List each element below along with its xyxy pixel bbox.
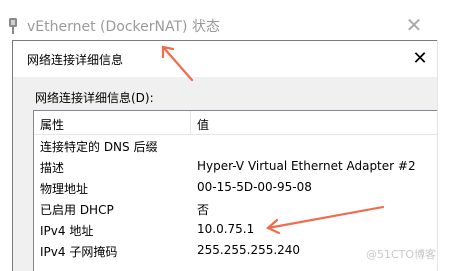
property-cell: IPv4 地址 (40, 224, 94, 238)
window-edge-divider (437, 40, 438, 271)
table-row[interactable]: 物理地址 00-15-5D-00-95-08 (34, 178, 437, 198)
property-cell: 物理地址 (40, 182, 89, 196)
dialog-close-button[interactable]: ✕ (407, 46, 433, 72)
property-cell: 已启用 DHCP (40, 203, 114, 217)
table-row[interactable]: 已启用 DHCP 否 (34, 199, 437, 219)
watermark: @51CTO博客 (366, 248, 437, 261)
column-divider[interactable] (190, 111, 191, 134)
table-row[interactable]: IPv4 地址 10.0.75.1 (34, 220, 437, 240)
table-row[interactable]: 连接特定的 DNS 后缀 (34, 136, 437, 156)
column-header-property[interactable]: 属性 (40, 116, 64, 133)
network-connection-details-dialog: 网络连接详细信息 ✕ 网络连接详细信息(D): 属性 值 连接特定的 DNS 后… (12, 40, 437, 271)
dialog-title: 网络连接详细信息 (27, 53, 124, 67)
value-cell: 00-15-5D-00-95-08 (197, 180, 312, 194)
background-titlebar: vEthernet (DockerNAT) 状态 ✕ (0, 0, 437, 44)
property-cell: 描述 (40, 161, 65, 175)
background-window-title: vEthernet (DockerNAT) 状态 (27, 19, 220, 35)
background-close-button[interactable]: ✕ (400, 11, 428, 39)
desktop-edge (437, 0, 459, 271)
list-header: 属性 值 (34, 111, 437, 135)
property-cell: 连接特定的 DNS 后缀 (40, 140, 158, 154)
property-cell: IPv4 子网掩码 (40, 245, 118, 259)
value-cell: Hyper-V Virtual Ethernet Adapter #2 (197, 159, 416, 173)
table-row[interactable]: 描述 Hyper-V Virtual Ethernet Adapter #2 (34, 157, 437, 177)
value-cell: 255.255.255.240 (197, 243, 301, 257)
column-header-value[interactable]: 值 (197, 116, 209, 133)
dialog-titlebar: 网络连接详细信息 ✕ (13, 41, 437, 77)
value-cell: 10.0.75.1 (197, 222, 255, 236)
network-adapter-icon (9, 18, 17, 34)
details-group-label: 网络连接详细信息(D): (35, 91, 154, 105)
value-cell: 否 (197, 203, 210, 217)
